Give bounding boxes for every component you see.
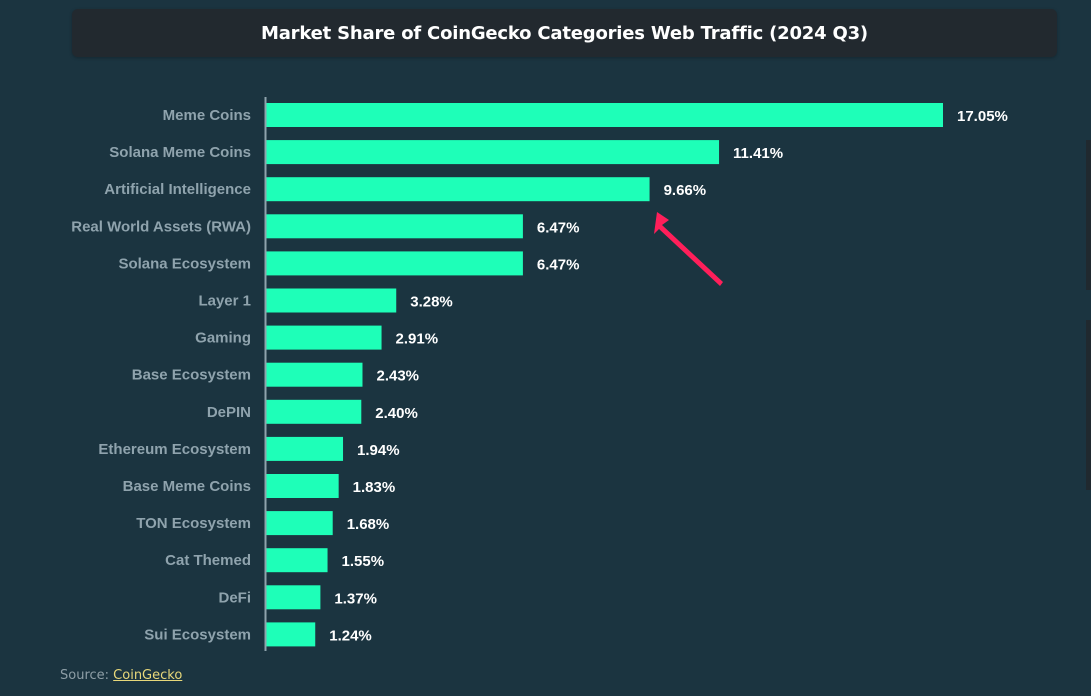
bar-10	[266, 474, 339, 498]
value-label: 6.47%	[537, 256, 580, 273]
value-label: 1.55%	[342, 553, 385, 570]
bar-11	[266, 511, 333, 536]
bar-12	[266, 548, 328, 573]
value-label: 3.28%	[410, 294, 453, 311]
category-label: DeFi	[218, 589, 251, 606]
bar-5	[266, 288, 397, 313]
category-label: Layer 1	[198, 293, 251, 310]
category-label: Gaming	[195, 330, 251, 347]
bars-layer: Meme Coins 17.05% Solana Meme Coins 11.41% A…	[71, 103, 1008, 647]
bar-6	[266, 325, 382, 350]
bar-0	[266, 103, 943, 127]
category-label: TON Ecosystem	[136, 515, 251, 532]
bar-1	[266, 140, 720, 165]
value-label: 1.37%	[334, 590, 377, 607]
category-label: Solana Meme Coins	[109, 144, 251, 161]
category-label: Ethereum Ecosystem	[98, 441, 251, 458]
arrow-icon	[654, 212, 723, 286]
category-label: Cat Themed	[165, 552, 251, 569]
source-note: Source: CoinGecko	[60, 668, 182, 683]
category-label: Real World Assets (RWA)	[71, 218, 251, 235]
category-label: DePIN	[207, 404, 251, 421]
bar-4	[266, 251, 523, 276]
bar-8	[266, 399, 362, 424]
category-label: Meme Coins	[163, 107, 251, 124]
bar-9	[266, 436, 344, 461]
annotation-arrow	[654, 212, 723, 286]
category-label: Artificial Intelligence	[104, 181, 251, 198]
bar-13	[266, 585, 321, 610]
category-label: Base Ecosystem	[132, 367, 251, 384]
source-prefix: Source:	[60, 668, 114, 683]
category-label: Solana Ecosystem	[118, 255, 251, 272]
category-label: Base Meme Coins	[123, 478, 251, 495]
source-link[interactable]: CoinGecko	[113, 668, 182, 683]
value-label: 9.66%	[664, 182, 707, 199]
category-label: Sui Ecosystem	[144, 626, 251, 643]
value-label: 1.68%	[347, 516, 390, 533]
value-label: 1.24%	[329, 627, 372, 644]
value-label: 6.47%	[537, 219, 580, 236]
bar-2	[266, 177, 650, 202]
value-label: 17.05%	[957, 108, 1008, 125]
bar-14	[266, 622, 316, 647]
value-label: 2.43%	[376, 368, 419, 385]
value-label: 11.41%	[733, 145, 783, 162]
value-label: 2.91%	[396, 331, 439, 348]
value-label: 1.83%	[353, 479, 396, 496]
value-label: 2.40%	[375, 405, 418, 422]
bar-3	[266, 214, 523, 239]
bar-chart: Meme Coins 17.05% Solana Meme Coins 11.41% A…	[71, 97, 1008, 651]
value-label: 1.94%	[357, 442, 400, 459]
bar-7	[266, 362, 363, 387]
